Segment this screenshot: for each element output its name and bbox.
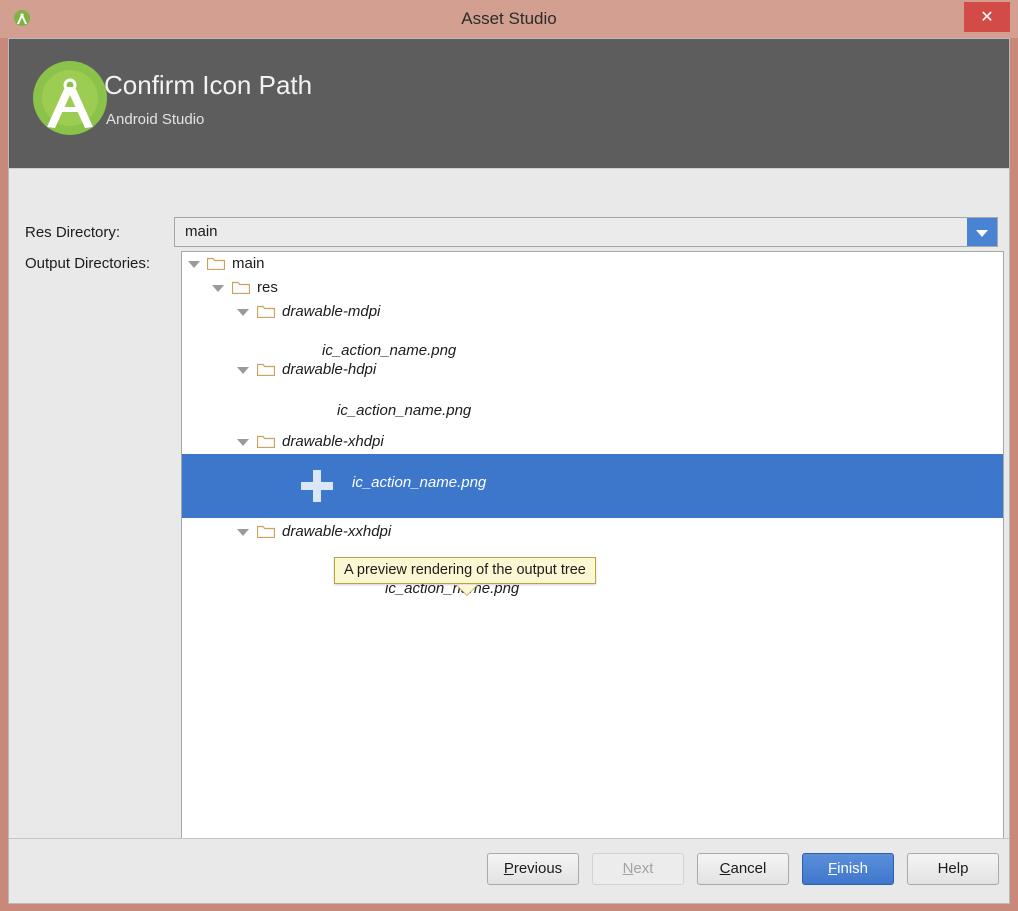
finish-button[interactable]: Finish — [802, 853, 894, 885]
previous-button[interactable]: Previous — [487, 853, 579, 885]
page-subtitle: Android Studio — [106, 111, 205, 128]
form-area: Res Directory: Output Directories: main — [9, 169, 1009, 903]
tree-node-label: main — [232, 255, 265, 272]
res-directory-combobox[interactable]: main — [174, 217, 998, 247]
folder-icon — [231, 280, 251, 295]
folder-icon — [256, 524, 276, 539]
wizard-banner: Confirm Icon Path Android Studio — [9, 39, 1009, 169]
help-button[interactable]: Help — [907, 853, 999, 885]
tree-node-label: ic_action_name.png — [322, 342, 457, 359]
tree-row[interactable]: main — [182, 252, 1003, 276]
tooltip-pointer — [457, 585, 477, 595]
cancel-button[interactable]: Cancel — [697, 853, 789, 885]
chevron-down-icon[interactable] — [237, 367, 249, 374]
dialog-client-area: Confirm Icon Path Android Studio Res Dir… — [8, 38, 1010, 904]
plus-icon — [298, 467, 336, 505]
android-studio-logo — [31, 59, 109, 137]
window-title: Asset Studio — [461, 9, 557, 28]
chevron-down-icon[interactable] — [237, 529, 249, 536]
tree-node-label: res — [257, 279, 278, 296]
tree-row[interactable]: drawable-xhdpi — [182, 430, 1003, 454]
chevron-down-icon[interactable] — [237, 439, 249, 446]
tooltip: A preview rendering of the output tree — [334, 557, 596, 584]
folder-icon — [256, 304, 276, 319]
tree-row[interactable]: drawable-hdpi — [182, 358, 1003, 382]
next-button[interactable]: Next — [592, 853, 684, 885]
chevron-down-icon[interactable] — [212, 285, 224, 292]
chevron-down-icon[interactable] — [188, 261, 200, 268]
page-title: Confirm Icon Path — [104, 70, 313, 100]
folder-icon — [256, 434, 276, 449]
res-directory-label: Res Directory: — [25, 224, 121, 241]
tree-node-label: drawable-hdpi — [282, 361, 377, 378]
tree-node-label: drawable-xhdpi — [282, 433, 384, 450]
output-directories-label: Output Directories: — [25, 255, 151, 272]
tree-node-label: ic_action_name.png — [352, 474, 487, 491]
close-icon[interactable]: ✕ — [964, 2, 1010, 32]
tree-row[interactable]: res — [182, 276, 1003, 300]
dialog-button-bar: Previous Next Cancel Finish Help — [9, 838, 1009, 903]
folder-icon — [206, 256, 226, 271]
tree-node-label: drawable-xxhdpi — [282, 523, 392, 540]
res-directory-value: main — [185, 223, 218, 240]
folder-icon — [256, 362, 276, 377]
chevron-down-icon[interactable] — [237, 309, 249, 316]
tree-node-label: drawable-mdpi — [282, 303, 381, 320]
tree-node-label: ic_action_name.png — [337, 402, 472, 419]
chevron-down-icon[interactable] — [967, 218, 997, 246]
tree-row-selected[interactable]: ic_action_name.png — [182, 454, 1003, 518]
tree-row[interactable]: drawable-xxhdpi — [182, 520, 1003, 544]
asset-studio-window: Asset Studio ✕ Confirm Icon Path Android… — [0, 0, 1018, 911]
tree-row[interactable]: drawable-mdpi — [182, 300, 1003, 324]
window-titlebar: Asset Studio ✕ — [0, 0, 1018, 38]
